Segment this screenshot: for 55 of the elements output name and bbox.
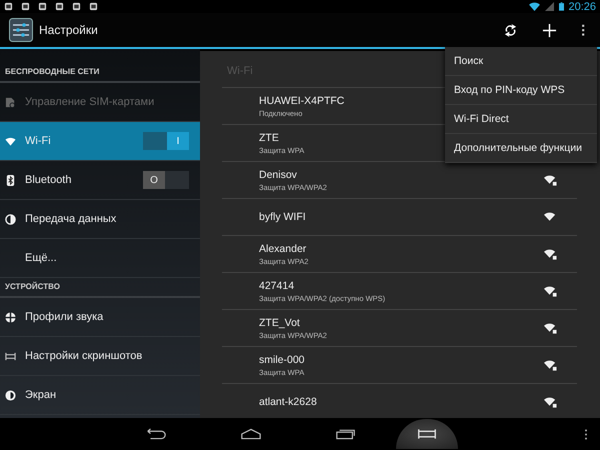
network-name: ZTE	[259, 132, 279, 144]
bluetooth-icon	[5, 174, 16, 186]
network-name: ZTE_Vot	[259, 316, 300, 328]
clock: 20:26	[568, 0, 596, 12]
overflow-menu-icon[interactable]	[581, 23, 585, 37]
sidebar-item-label: Передача данных	[25, 213, 118, 225]
sidebar-item[interactable]: Wi-Fi I	[0, 122, 200, 161]
sidebar-item-label: Экран	[25, 389, 58, 401]
screenshot-icon	[5, 350, 16, 362]
sound-profile-icon	[5, 312, 16, 322]
network-name: HUAWEI-X4PTFC	[259, 94, 344, 106]
network-name: atlant-k2628	[259, 396, 317, 408]
settings-sliders-icon[interactable]	[9, 18, 33, 42]
sidebar-item[interactable]: Bluetooth O	[0, 161, 200, 200]
network-name: byfly WIFI	[259, 211, 306, 223]
menu-item[interactable]: Wi-Fi Direct	[445, 105, 597, 134]
toggle-thumb: O	[143, 171, 165, 189]
battery-icon	[559, 2, 564, 11]
menu-icon[interactable]	[584, 428, 588, 440]
sidebar-item-label: Управление SIM-картами	[25, 96, 156, 108]
wifi-icon	[5, 136, 16, 146]
app-title: Настройки	[39, 23, 98, 37]
network-name: smile-000	[259, 354, 305, 366]
network-row[interactable]: byfly WIFI	[222, 199, 577, 236]
sidebar-item-label: Профили звука	[25, 311, 104, 323]
wifi-locked-icon	[544, 174, 557, 186]
sidebar-item-label: Bluetooth	[25, 174, 72, 186]
pie-chart-icon	[5, 214, 16, 224]
wifi-locked-icon	[544, 248, 557, 260]
cell-signal-icon	[544, 2, 556, 11]
wifi-signal-icon	[529, 2, 540, 11]
network-name: Alexander	[259, 242, 306, 254]
wifi-locked-icon	[544, 396, 557, 408]
wifi-locked-icon	[544, 286, 557, 296]
brightness-icon	[5, 390, 16, 400]
refresh-icon[interactable]	[503, 22, 518, 38]
network-name: Denisov	[259, 168, 297, 180]
toggle-thumb: I	[167, 132, 189, 150]
sidebar-item-label: Wi-Fi	[25, 135, 52, 147]
sidebar-item-label: Ещё...	[25, 252, 58, 264]
back-icon[interactable]	[145, 428, 167, 440]
recent-apps-icon[interactable]	[335, 428, 357, 440]
sim-card-icon	[5, 96, 16, 108]
add-icon[interactable]	[542, 22, 557, 38]
menu-item[interactable]: Вход по PIN-коду WPS	[445, 76, 597, 105]
toggle-switch[interactable]: O	[143, 171, 189, 189]
wifi-locked-icon	[544, 322, 557, 334]
home-icon[interactable]	[240, 428, 262, 440]
wifi-locked-icon	[544, 360, 557, 370]
screenshot-icon	[416, 428, 438, 440]
wifi-icon	[544, 212, 557, 222]
menu-item[interactable]: Поиск	[445, 47, 597, 76]
menu-item[interactable]: Дополнительные функции	[445, 134, 597, 163]
sidebar-item-label: Настройки скриншотов	[25, 350, 144, 362]
network-name: 427414	[259, 280, 294, 292]
